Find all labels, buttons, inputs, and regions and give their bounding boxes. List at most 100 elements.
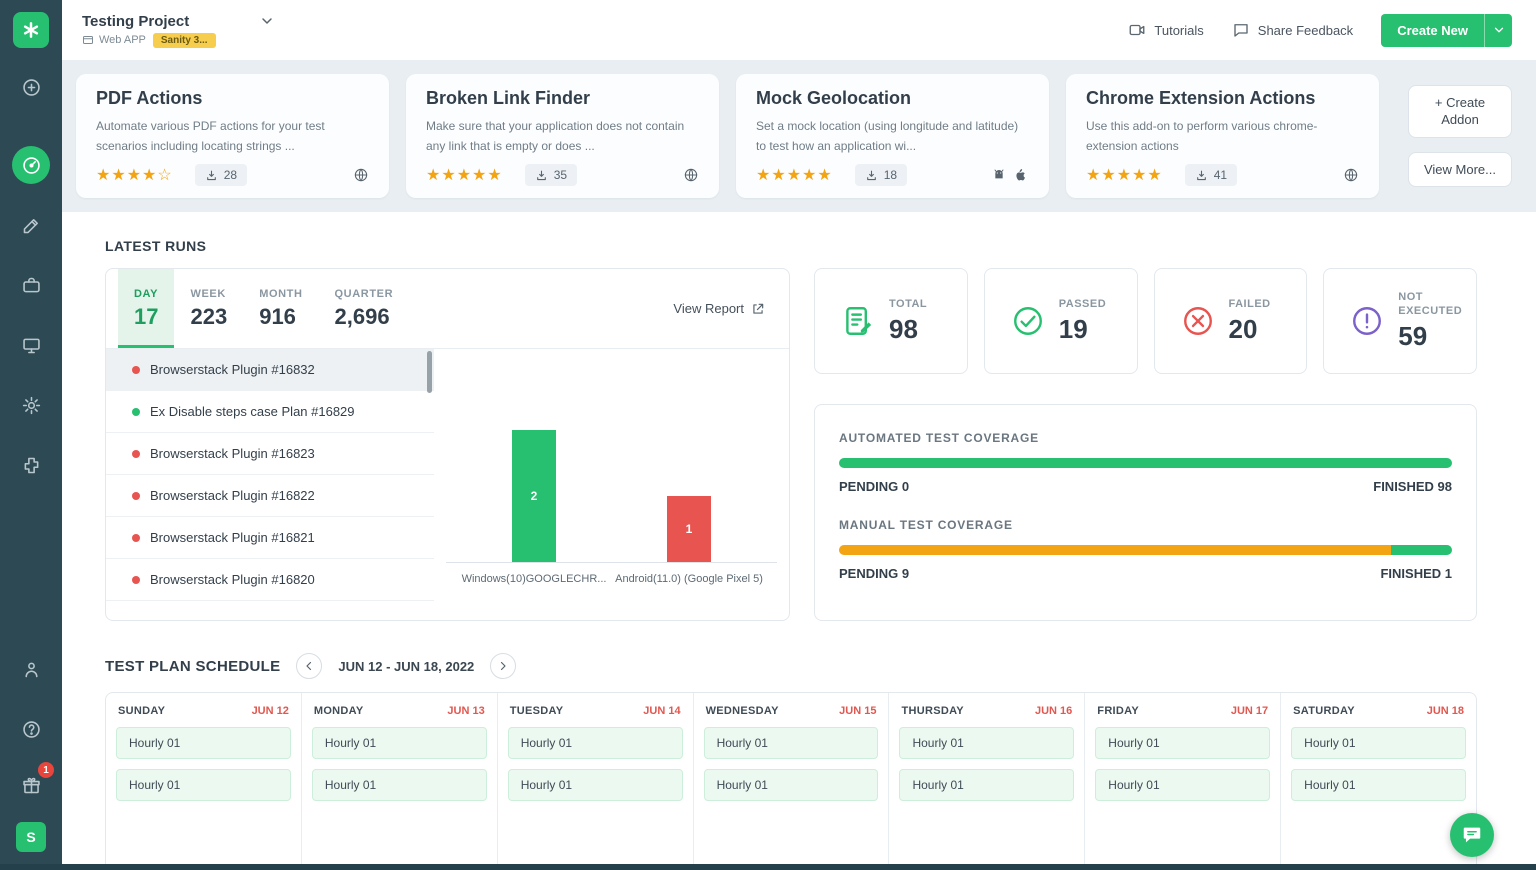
schedule-event[interactable]: Hourly 01 <box>704 769 879 801</box>
project-block: Testing Project Web APP Sanity 3... <box>82 13 275 48</box>
addon-title: Mock Geolocation <box>756 88 1029 109</box>
share-feedback-link[interactable]: Share Feedback <box>1232 21 1353 39</box>
app-logo[interactable] <box>13 12 49 48</box>
pencil-icon[interactable] <box>12 206 50 244</box>
tab-quarter[interactable]: QUARTER 2,696 <box>319 269 410 348</box>
tutorials-link[interactable]: Tutorials <box>1128 21 1203 39</box>
browser-window-icon <box>82 34 94 46</box>
schedule-event[interactable]: Hourly 01 <box>1291 769 1466 801</box>
schedule-event[interactable]: Hourly 01 <box>312 727 487 759</box>
status-dot <box>132 576 140 584</box>
download-count: 41 <box>1185 164 1237 186</box>
schedule-prev-button[interactable] <box>296 653 322 679</box>
project-badge[interactable]: Sanity 3... <box>153 33 216 48</box>
schedule-event[interactable]: Hourly 01 <box>704 727 879 759</box>
run-list-item[interactable]: Browserstack Plugin #16823 <box>106 433 434 475</box>
download-count: 35 <box>525 164 577 186</box>
schedule-event[interactable]: Hourly 01 <box>508 769 683 801</box>
run-list-item[interactable]: Ex Disable steps case Plan #16829 <box>106 391 434 433</box>
download-count: 28 <box>195 164 247 186</box>
schedule-event[interactable]: Hourly 01 <box>116 769 291 801</box>
create-new-chevron-down-icon[interactable] <box>1484 14 1512 47</box>
tutorials-icon <box>1128 21 1146 39</box>
stats-row: TOTAL 98 PASSED 19 <box>814 268 1477 374</box>
addon-title: Chrome Extension Actions <box>1086 88 1359 109</box>
schedule-event[interactable]: Hourly 01 <box>1291 727 1466 759</box>
gift-icon[interactable]: 1 <box>12 766 50 804</box>
schedule-day-column: MONDAYJUN 13 Hourly 01 Hourly 01 <box>302 693 498 864</box>
schedule-card: SUNDAYJUN 12 Hourly 01 Hourly 01 MONDAYJ… <box>105 692 1477 864</box>
addon-card[interactable]: Chrome Extension Actions Use this add-on… <box>1066 74 1379 198</box>
create-new-button[interactable]: Create New <box>1381 14 1512 47</box>
runs-bar-chart: 2 1 Windows(10)GOOGLECHR... Android(11.0… <box>434 349 789 620</box>
schedule-event[interactable]: Hourly 01 <box>1095 769 1270 801</box>
stat-card-total[interactable]: TOTAL 98 <box>814 268 968 374</box>
feedback-bubble-icon <box>1232 21 1250 39</box>
schedule-event[interactable]: Hourly 01 <box>508 727 683 759</box>
help-icon[interactable] <box>12 710 50 748</box>
briefcase-icon[interactable] <box>12 266 50 304</box>
scrollbar-thumb[interactable] <box>427 351 432 393</box>
topbar: Testing Project Web APP Sanity 3... T <box>62 0 1536 60</box>
create-addon-button[interactable]: + Create Addon <box>1408 85 1512 138</box>
dashboard-icon[interactable] <box>12 146 50 184</box>
project-chevron-down-icon[interactable] <box>259 13 275 29</box>
chevron-right-icon <box>497 660 509 672</box>
schedule-event[interactable]: Hourly 01 <box>116 727 291 759</box>
user-avatar[interactable]: S <box>16 822 46 852</box>
person-pin-icon[interactable] <box>12 650 50 688</box>
apple-icon <box>1013 167 1029 183</box>
stat-card-passed[interactable]: PASSED 19 <box>984 268 1138 374</box>
addon-title: PDF Actions <box>96 88 369 109</box>
exclaim-circle-icon <box>1350 304 1384 338</box>
manual-finished-label: FINISHED 1 <box>1380 566 1452 581</box>
star-rating: ★★★★★ <box>756 165 833 185</box>
chat-fab-button[interactable] <box>1450 813 1494 857</box>
puzzle-icon[interactable] <box>12 446 50 484</box>
schedule-next-button[interactable] <box>490 653 516 679</box>
download-count: 18 <box>855 164 907 186</box>
document-icon <box>841 304 875 338</box>
status-dot <box>132 408 140 416</box>
create-plus-icon[interactable] <box>12 68 50 106</box>
monitor-icon[interactable] <box>12 326 50 364</box>
schedule-event[interactable]: Hourly 01 <box>899 769 1074 801</box>
globe-icon <box>353 167 369 183</box>
status-dot <box>132 492 140 500</box>
project-title: Testing Project <box>82 13 189 30</box>
download-icon <box>1195 169 1208 182</box>
addon-title: Broken Link Finder <box>426 88 699 109</box>
addon-row: PDF Actions Automate various PDF actions… <box>62 60 1536 212</box>
gear-icon[interactable] <box>12 386 50 424</box>
run-list-item[interactable]: Browserstack Plugin #16821 <box>106 517 434 559</box>
schedule-day-column: WEDNESDAYJUN 15 Hourly 01 Hourly 01 <box>694 693 890 864</box>
addon-card[interactable]: PDF Actions Automate various PDF actions… <box>76 74 389 198</box>
run-list-item[interactable]: Browserstack Plugin #16822 <box>106 475 434 517</box>
addon-description: Use this add-on to perform various chrom… <box>1086 117 1359 157</box>
chart-category-label: Windows(10)GOOGLECHR... <box>459 572 609 588</box>
download-icon <box>535 169 548 182</box>
view-report-link[interactable]: View Report <box>673 269 777 348</box>
addon-description: Automate various PDF actions for your te… <box>96 117 369 157</box>
status-dot <box>132 450 140 458</box>
schedule-title: TEST PLAN SCHEDULE <box>105 658 280 675</box>
run-list-item[interactable]: Browserstack Plugin #16820 <box>106 559 434 601</box>
schedule-event[interactable]: Hourly 01 <box>312 769 487 801</box>
manual-coverage-title: MANUAL TEST COVERAGE <box>839 518 1452 532</box>
project-type: Web APP <box>82 34 146 46</box>
tab-day[interactable]: DAY 17 <box>118 269 174 348</box>
tab-week[interactable]: WEEK 223 <box>174 269 243 348</box>
sidebar: 1 S <box>0 0 62 864</box>
schedule-event[interactable]: Hourly 01 <box>899 727 1074 759</box>
view-more-button[interactable]: View More... <box>1408 152 1512 188</box>
schedule-event[interactable]: Hourly 01 <box>1095 727 1270 759</box>
run-list-item[interactable]: Browserstack Plugin #16832 <box>106 349 434 391</box>
stat-card-failed[interactable]: FAILED 20 <box>1154 268 1308 374</box>
main-area: Testing Project Web APP Sanity 3... T <box>62 0 1536 864</box>
addon-description: Make sure that your application does not… <box>426 117 699 157</box>
runs-list: Browserstack Plugin #16832 Ex Disable st… <box>106 349 434 620</box>
stat-card-not-executed[interactable]: NOT EXECUTED 59 <box>1323 268 1477 374</box>
addon-card[interactable]: Mock Geolocation Set a mock location (us… <box>736 74 1049 198</box>
addon-card[interactable]: Broken Link Finder Make sure that your a… <box>406 74 719 198</box>
tab-month[interactable]: MONTH 916 <box>243 269 318 348</box>
